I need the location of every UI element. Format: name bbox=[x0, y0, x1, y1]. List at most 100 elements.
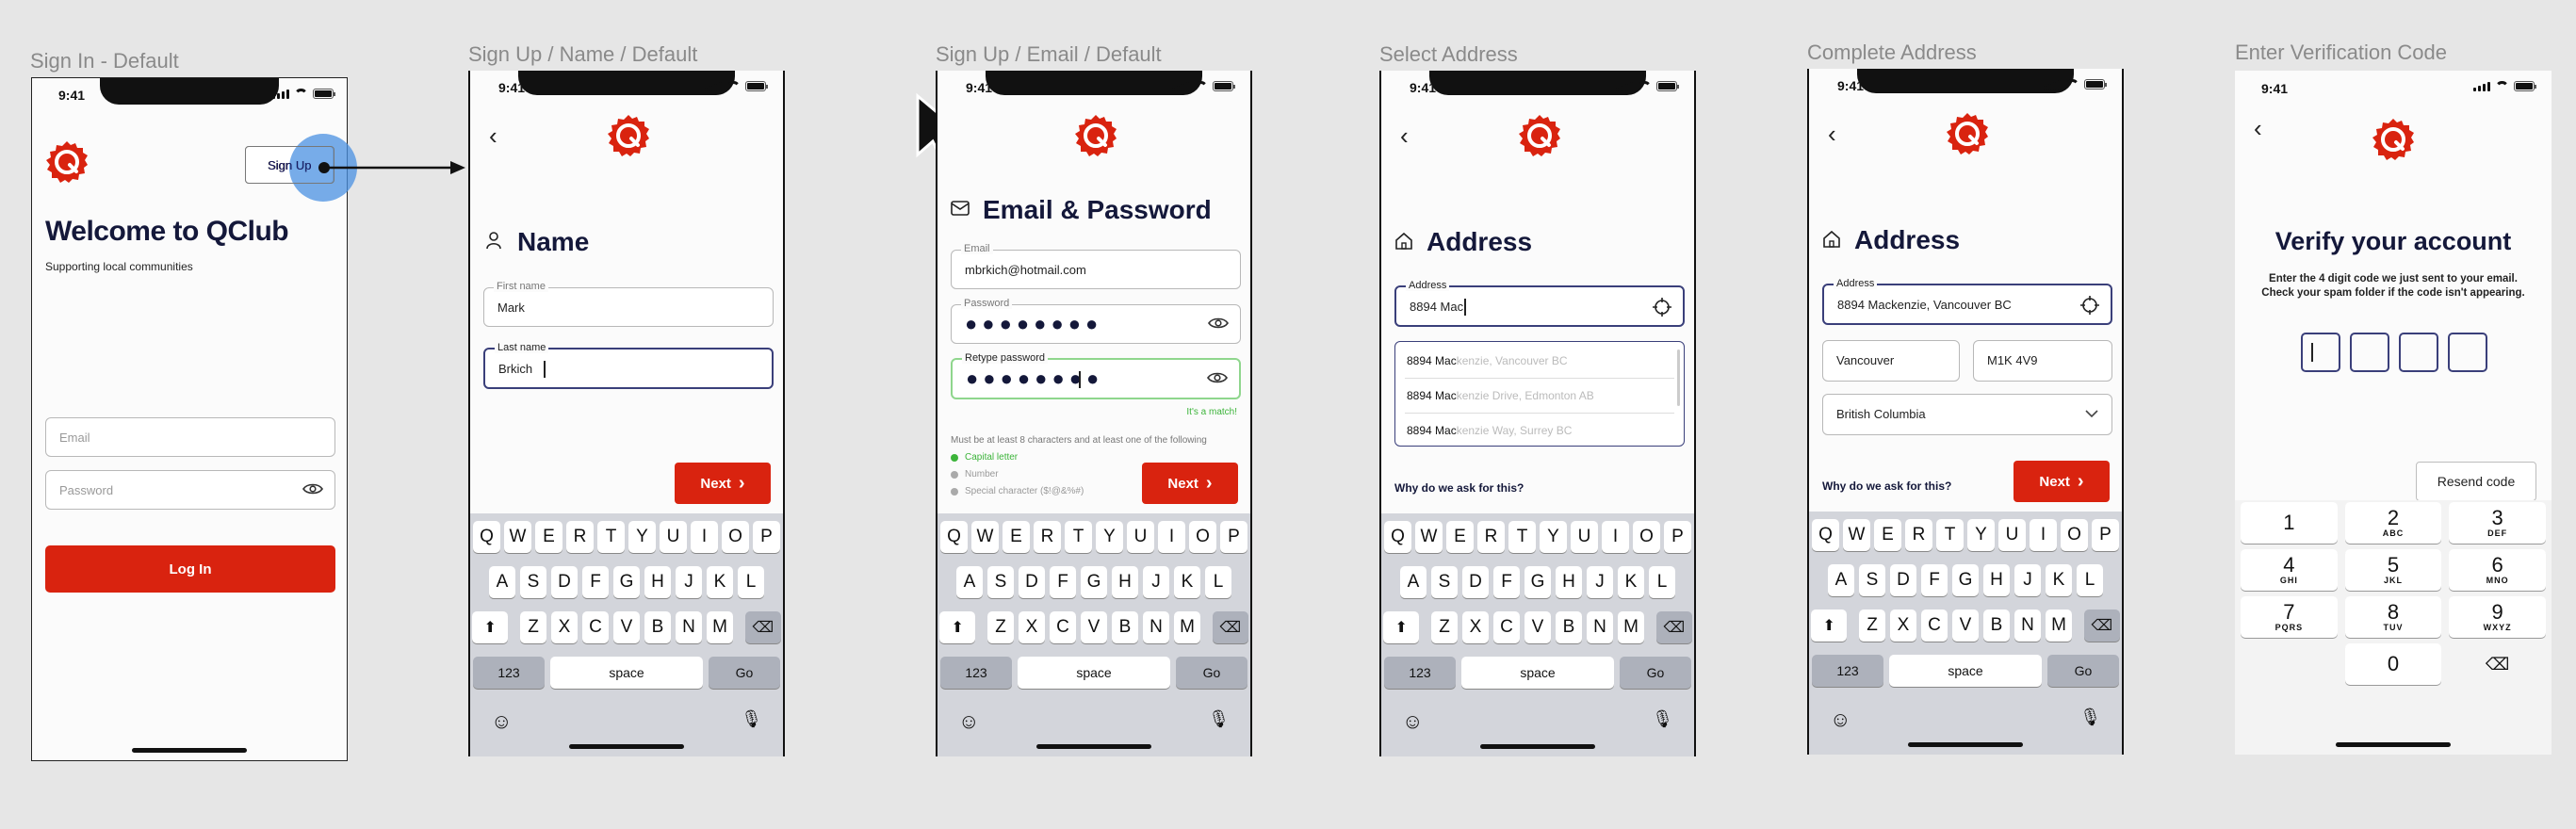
go-key[interactable]: Go bbox=[1620, 657, 1691, 689]
key-j[interactable]: J bbox=[2014, 564, 2042, 596]
key-b[interactable]: B bbox=[644, 611, 672, 643]
key-l[interactable]: L bbox=[737, 566, 765, 598]
key-g[interactable]: G bbox=[1524, 566, 1552, 598]
space-key[interactable]: space bbox=[550, 657, 703, 689]
key-y[interactable]: Y bbox=[1967, 519, 1995, 551]
key-w[interactable]: W bbox=[971, 521, 999, 553]
crosshair-icon[interactable] bbox=[2080, 296, 2099, 315]
key-u[interactable]: U bbox=[1998, 519, 2026, 551]
code-digit-box[interactable] bbox=[2301, 333, 2340, 372]
key-y[interactable]: Y bbox=[628, 521, 656, 553]
next-button[interactable]: Next › bbox=[2014, 461, 2110, 502]
emoji-icon[interactable]: ☺ bbox=[1402, 709, 1423, 734]
numbers-key[interactable]: 123 bbox=[1384, 657, 1456, 689]
key-d[interactable]: D bbox=[1461, 566, 1490, 598]
numpad-key-0[interactable]: 0 bbox=[2344, 643, 2442, 685]
province-select[interactable]: British Columbia bbox=[1822, 394, 2112, 435]
key-l[interactable]: L bbox=[1204, 566, 1232, 598]
key-i[interactable]: I bbox=[691, 521, 718, 553]
key-w[interactable]: W bbox=[504, 521, 531, 553]
key-j[interactable]: J bbox=[1142, 566, 1170, 598]
numpad-key-5[interactable]: 5 JKL bbox=[2344, 549, 2442, 591]
key-g[interactable]: G bbox=[612, 566, 641, 598]
key-g[interactable]: G bbox=[1080, 566, 1108, 598]
key-r[interactable]: R bbox=[1034, 521, 1061, 553]
key-e[interactable]: E bbox=[1874, 519, 1901, 551]
key-x[interactable]: X bbox=[1889, 610, 1917, 642]
password-field[interactable]: Password ●●●●●●●● bbox=[951, 298, 1241, 344]
key-h[interactable]: H bbox=[1111, 566, 1139, 598]
key-h[interactable]: H bbox=[1555, 566, 1583, 598]
numpad-key-1[interactable]: 1 bbox=[2241, 502, 2338, 544]
emoji-icon[interactable]: ☺ bbox=[491, 709, 512, 734]
key-e[interactable]: E bbox=[535, 521, 562, 553]
key-f[interactable]: F bbox=[1049, 566, 1077, 598]
key-w[interactable]: W bbox=[1843, 519, 1870, 551]
backspace-icon[interactable]: ⌫ bbox=[2449, 643, 2546, 685]
key-x[interactable]: X bbox=[1461, 611, 1490, 643]
key-a[interactable]: A bbox=[1399, 566, 1427, 598]
key-v[interactable]: V bbox=[1951, 610, 1980, 642]
key-t[interactable]: T bbox=[1508, 521, 1536, 553]
address-field[interactable]: Address 8894 Mac bbox=[1394, 280, 1685, 327]
back-chevron-icon[interactable]: ‹ bbox=[1828, 122, 1836, 146]
password-field[interactable]: Password bbox=[45, 470, 335, 510]
key-l[interactable]: L bbox=[1648, 566, 1676, 598]
numpad-key-4[interactable]: 4 GHI bbox=[2241, 549, 2338, 591]
address-field[interactable]: Address 8894 Mackenzie, Vancouver BC bbox=[1822, 278, 2112, 325]
backspace-icon[interactable]: ⌫ bbox=[2083, 610, 2120, 642]
key-h[interactable]: H bbox=[644, 566, 672, 598]
key-q[interactable]: Q bbox=[1812, 519, 1839, 551]
key-m[interactable]: M bbox=[2045, 610, 2073, 642]
key-e[interactable]: E bbox=[1446, 521, 1474, 553]
code-digit-box[interactable] bbox=[2448, 333, 2487, 372]
scrollbar[interactable] bbox=[1677, 349, 1680, 406]
shift-icon[interactable]: ⬆ bbox=[472, 611, 509, 643]
key-r[interactable]: R bbox=[566, 521, 594, 553]
back-chevron-icon[interactable]: ‹ bbox=[1400, 123, 1409, 148]
key-s[interactable]: S bbox=[1430, 566, 1459, 598]
eye-icon[interactable] bbox=[302, 482, 323, 496]
suggestion-item[interactable]: 8894 Mackenzie Drive, Edmonton AB bbox=[1407, 389, 1594, 402]
space-key[interactable]: space bbox=[1889, 655, 2042, 687]
retype-password-field[interactable]: Retype password ●●●●●●●● bbox=[951, 352, 1241, 399]
key-f[interactable]: F bbox=[581, 566, 610, 598]
key-s[interactable]: S bbox=[986, 566, 1015, 598]
key-b[interactable]: B bbox=[1111, 611, 1139, 643]
key-k[interactable]: K bbox=[1617, 566, 1645, 598]
key-x[interactable]: X bbox=[1018, 611, 1046, 643]
suggestion-item[interactable]: 8894 Mackenzie, Vancouver BC bbox=[1407, 354, 1568, 367]
key-k[interactable]: K bbox=[1173, 566, 1201, 598]
key-s[interactable]: S bbox=[1858, 564, 1886, 596]
numpad-key-7[interactable]: 7 PQRS bbox=[2241, 596, 2338, 638]
eye-icon[interactable] bbox=[1207, 371, 1228, 384]
space-key[interactable]: space bbox=[1018, 657, 1170, 689]
key-y[interactable]: Y bbox=[1540, 521, 1567, 553]
backspace-icon[interactable]: ⌫ bbox=[744, 611, 781, 643]
code-digit-box[interactable] bbox=[2350, 333, 2389, 372]
key-c[interactable]: C bbox=[581, 611, 610, 643]
key-u[interactable]: U bbox=[1127, 521, 1154, 553]
last-name-field[interactable]: Last name Brkich bbox=[483, 342, 774, 389]
go-key[interactable]: Go bbox=[2047, 655, 2119, 687]
key-d[interactable]: D bbox=[550, 566, 579, 598]
code-digit-box[interactable] bbox=[2399, 333, 2438, 372]
key-g[interactable]: G bbox=[1951, 564, 1980, 596]
key-i[interactable]: I bbox=[1602, 521, 1629, 553]
key-n[interactable]: N bbox=[675, 611, 703, 643]
numbers-key[interactable]: 123 bbox=[1812, 655, 1883, 687]
key-q[interactable]: Q bbox=[473, 521, 500, 553]
key-i[interactable]: I bbox=[2030, 519, 2057, 551]
key-f[interactable]: F bbox=[1920, 564, 1948, 596]
back-chevron-icon[interactable]: ‹ bbox=[2254, 116, 2262, 140]
key-t[interactable]: T bbox=[597, 521, 625, 553]
key-s[interactable]: S bbox=[519, 566, 547, 598]
key-m[interactable]: M bbox=[1617, 611, 1645, 643]
shift-icon[interactable]: ⬆ bbox=[1811, 610, 1848, 642]
microphone-icon[interactable]: 🎙 bbox=[2079, 707, 2101, 727]
key-q[interactable]: Q bbox=[940, 521, 968, 553]
key-b[interactable]: B bbox=[1982, 610, 2011, 642]
key-v[interactable]: V bbox=[1080, 611, 1108, 643]
first-name-field[interactable]: First name Mark bbox=[483, 281, 774, 327]
key-e[interactable]: E bbox=[1003, 521, 1030, 553]
